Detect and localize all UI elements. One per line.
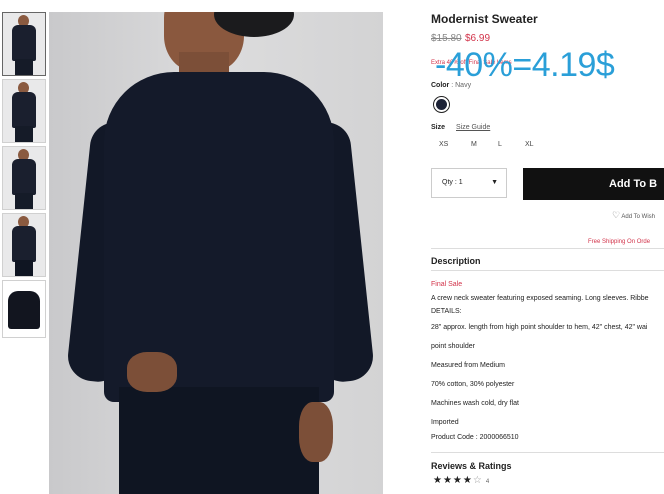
description-line: point shoulder <box>431 343 475 350</box>
size-label: Size <box>431 124 446 131</box>
rating-stars[interactable]: ★★★★☆ 4 <box>433 475 489 486</box>
thumbnail-front[interactable] <box>2 12 46 76</box>
thumbnail-back[interactable] <box>2 146 46 210</box>
model-jeans <box>119 387 319 494</box>
description-line: 28" approx. length from high point shoul… <box>431 324 648 331</box>
sale-price: $6.99 <box>465 33 491 44</box>
size-guide-link[interactable]: Size Guide <box>456 124 490 131</box>
discount-overlay-text: -40%=4.19$ <box>435 46 615 84</box>
size-option-m[interactable]: M <box>471 141 477 148</box>
description-line: Machines wash cold, dry flat <box>431 400 519 407</box>
description-line: 70% cotton, 30% polyester <box>431 381 515 388</box>
quantity-select[interactable]: Qty : 1 ▼ <box>431 168 507 198</box>
product-info-panel: Modernist Sweater $15.80 $6.99 Extra 40%… <box>431 0 664 494</box>
color-value: : Navy <box>451 82 472 89</box>
divider <box>431 452 664 453</box>
original-price: $15.80 <box>431 33 462 44</box>
star-icon-filled: ★★★★ <box>433 475 473 486</box>
description-title: Description <box>431 256 481 266</box>
review-count: 4 <box>485 479 490 485</box>
description-line: A crew neck sweater featuring exposed se… <box>431 295 649 302</box>
caret-down-icon: ▼ <box>491 179 498 186</box>
description-line: Imported <box>431 419 459 426</box>
wishlist-label: Add To Wish <box>621 214 655 220</box>
size-option-l[interactable]: L <box>498 141 502 148</box>
star-icon-empty: ☆ <box>472 475 483 486</box>
reviews-title: Reviews & Ratings <box>431 461 512 471</box>
add-to-wishlist-link[interactable]: ♡ Add To Wish <box>612 210 655 221</box>
size-option-xs[interactable]: XS <box>439 141 448 148</box>
add-to-bag-button[interactable]: Add To B <box>523 168 664 200</box>
free-shipping-text: Free Shipping On Orde <box>588 239 651 245</box>
quantity-label: Qty : 1 <box>442 179 463 186</box>
description-line: Measured from Medium <box>431 362 505 369</box>
thumbnail-flat-lay[interactable] <box>2 280 46 338</box>
final-sale-label: Final Sale <box>431 281 463 288</box>
thumbnail-full-body[interactable] <box>2 213 46 277</box>
product-code: Product Code : 2000066510 <box>431 434 519 441</box>
color-line: Color : Navy <box>431 82 471 89</box>
main-product-image[interactable] <box>49 12 383 494</box>
divider <box>431 248 664 249</box>
product-title: Modernist Sweater <box>431 12 538 26</box>
size-option-xl[interactable]: XL <box>525 141 534 148</box>
color-swatch-navy[interactable] <box>433 96 450 113</box>
heart-icon: ♡ <box>612 210 621 220</box>
color-label: Color <box>431 82 450 89</box>
thumbnail-side[interactable] <box>2 79 46 143</box>
divider <box>431 270 664 271</box>
description-line: DETAILS: <box>431 308 462 315</box>
